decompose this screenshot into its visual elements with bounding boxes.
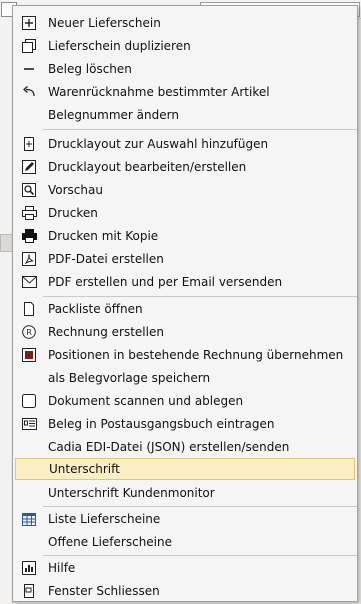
menu-item-fenster-schliessen[interactable]: Fenster Schliessen [15, 580, 355, 602]
printer-icon [19, 203, 39, 223]
menu-item-liste-lieferscheine[interactable]: Liste Lieferscheine [15, 508, 355, 530]
menu-separator [43, 555, 357, 556]
menu-item-drucklayout-hinzufuegen[interactable]: Drucklayout zur Auswahl hinzufügen [15, 133, 355, 155]
minus-icon [19, 59, 39, 79]
menu-item-drucken[interactable]: Drucken [15, 202, 355, 224]
menu-item-belegnummer-aendern[interactable]: Belegnummer ändern [15, 104, 355, 126]
menu-item-label: Offene Lieferscheine [48, 535, 173, 549]
menu-item-lieferschein-duplizieren[interactable]: Lieferschein duplizieren [15, 35, 355, 57]
plus-icon [19, 13, 39, 33]
menu-item-drucken-mit-kopie[interactable]: Drucken mit Kopie [15, 225, 355, 247]
menu-item-dokument-scannen[interactable]: Dokument scannen und ablegen [15, 390, 355, 412]
menu-separator [43, 129, 357, 130]
menu-item-rechnung-erstellen[interactable]: R Rechnung erstellen [15, 321, 355, 343]
menu-item-pdf-erstellen[interactable]: PDF-Datei erstellen [15, 248, 355, 270]
transfer-positions-icon [19, 345, 39, 365]
table-icon [19, 509, 39, 529]
menu-item-label: Drucken mit Kopie [48, 229, 159, 243]
menu-item-label: PDF erstellen und per Email versenden [48, 275, 283, 289]
menu-item-label: Rechnung erstellen [48, 325, 164, 339]
return-arrow-icon [19, 82, 39, 102]
menu-item-unterschrift[interactable]: Unterschrift [15, 458, 355, 480]
menu-item-label: Unterschrift [49, 462, 120, 476]
invoice-icon: R [19, 322, 39, 342]
menu-separator [43, 506, 357, 507]
menu-item-unterschrift-kundenmonitor[interactable]: Unterschrift Kundenmonitor [15, 482, 355, 504]
packing-list-icon [19, 299, 39, 319]
menu-item-label: Belegnummer ändern [48, 108, 179, 122]
menu-item-vorschau[interactable]: Vorschau [15, 179, 355, 201]
help-icon [19, 558, 39, 578]
menu-item-als-belegvorlage[interactable]: als Belegvorlage speichern [15, 367, 355, 389]
menu-item-label: Drucklayout zur Auswahl hinzufügen [48, 137, 269, 151]
close-window-icon [19, 581, 39, 601]
menu-item-drucklayout-bearbeiten[interactable]: Drucklayout bearbeiten/erstellen [15, 156, 355, 178]
menu-item-label: Dokument scannen und ablegen [48, 394, 244, 408]
menu-item-label: Hilfe [48, 561, 76, 575]
menu-item-label: Vorschau [48, 183, 103, 197]
menu-item-label: Warenrücknahme bestimmter Artikel [48, 85, 270, 99]
pdf-icon [19, 249, 39, 269]
menu-item-beleg-loeschen[interactable]: Beleg löschen [15, 58, 355, 80]
preview-icon [19, 180, 39, 200]
menu-item-label: PDF-Datei erstellen [48, 252, 164, 266]
menu-item-offene-lieferscheine[interactable]: Offene Lieferscheine [15, 531, 355, 553]
context-menu: Neuer Lieferschein Lieferschein duplizie… [12, 5, 358, 602]
menu-item-label: Packliste öffnen [48, 302, 143, 316]
menu-item-packliste[interactable]: Packliste öffnen [15, 298, 355, 320]
menu-item-label: Drucklayout bearbeiten/erstellen [48, 160, 247, 174]
menu-item-pdf-email[interactable]: PDF erstellen und per Email versenden [15, 271, 355, 293]
copy-icon [19, 36, 39, 56]
menu-item-label: Beleg löschen [48, 62, 132, 76]
menu-item-label: Unterschrift Kundenmonitor [48, 486, 215, 500]
menu-item-positionen-uebernehmen[interactable]: Positionen in bestehende Rechnung überne… [15, 344, 355, 366]
menu-item-neuer-lieferschein[interactable]: Neuer Lieferschein [15, 12, 355, 34]
pencil-icon [19, 157, 39, 177]
printer-filled-icon [19, 226, 39, 246]
menu-item-postausgangsbuch[interactable]: Beleg in Postausgangsbuch eintragen [15, 413, 355, 435]
envelope-icon [19, 272, 39, 292]
menu-item-cadia-edi[interactable]: Cadia EDI-Datei (JSON) erstellen/senden [15, 436, 355, 458]
menu-item-label: Drucken [48, 206, 98, 220]
menu-item-hilfe[interactable]: Hilfe [15, 557, 355, 579]
menu-separator [43, 296, 357, 297]
menu-item-warenruecknahme[interactable]: Warenrücknahme bestimmter Artikel [15, 81, 355, 103]
menu-item-label: Cadia EDI-Datei (JSON) erstellen/senden [48, 440, 290, 454]
add-layout-icon [19, 134, 39, 154]
menu-item-label: Fenster Schliessen [48, 584, 160, 598]
menu-item-label: Neuer Lieferschein [48, 16, 161, 30]
menu-item-label: als Belegvorlage speichern [48, 371, 211, 385]
svg-text:R: R [26, 328, 32, 337]
mailbook-icon [19, 414, 39, 434]
menu-item-label: Liste Lieferscheine [48, 512, 161, 526]
menu-item-label: Beleg in Postausgangsbuch eintragen [48, 417, 275, 431]
scanner-icon [19, 391, 39, 411]
menu-item-label: Positionen in bestehende Rechnung überne… [48, 348, 344, 362]
menu-item-label: Lieferschein duplizieren [48, 39, 191, 53]
